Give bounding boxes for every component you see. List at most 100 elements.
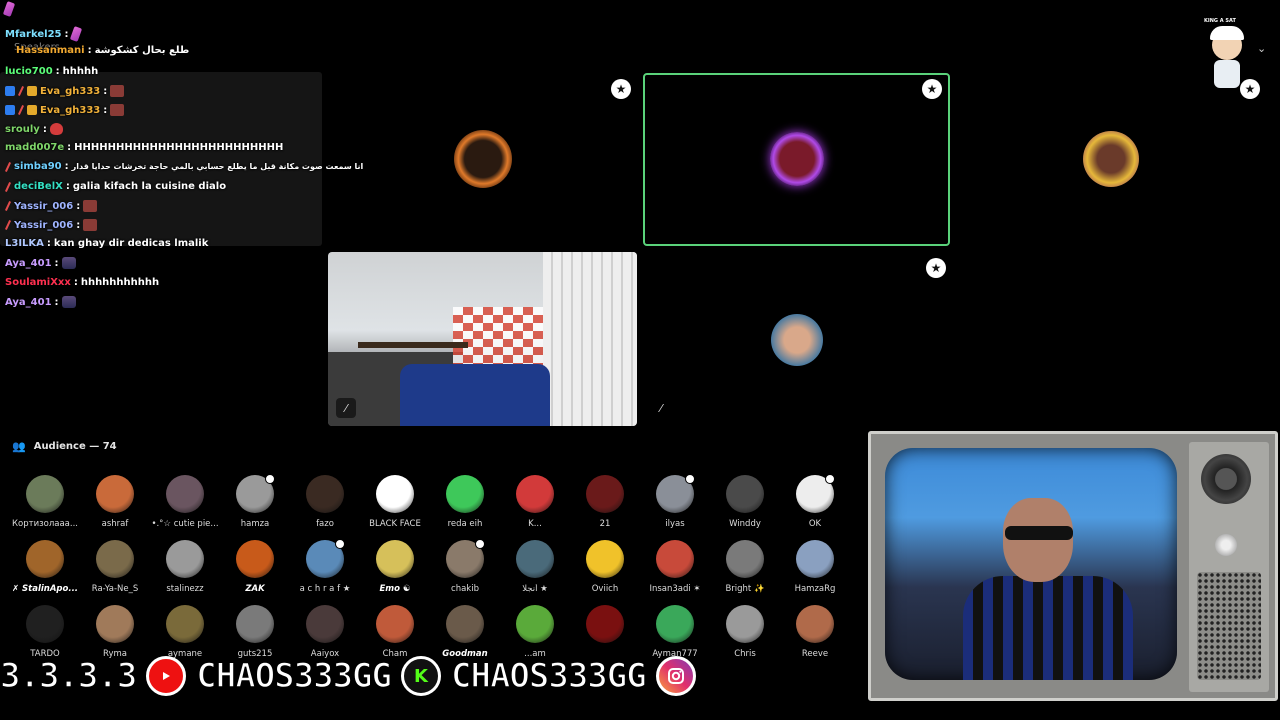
slash-badge-icon bbox=[4, 220, 12, 230]
avatar bbox=[726, 540, 764, 578]
person-emote-icon bbox=[61, 257, 76, 269]
avatar bbox=[166, 540, 204, 578]
star-icon[interactable]: ★ bbox=[922, 79, 942, 99]
audience-member[interactable]: أنجلا ★ bbox=[500, 540, 570, 594]
stage-tile-speaking[interactable]: ★ bbox=[643, 73, 950, 246]
audience-member[interactable]: Oviich bbox=[570, 540, 640, 594]
chat-message: deciBelX: galia kifach la cuisine dialo bbox=[4, 181, 226, 192]
stage-tile[interactable]: ★ bbox=[330, 73, 637, 246]
stage-tile[interactable]: ★ bbox=[957, 73, 1266, 246]
chat-message bbox=[2, 1, 16, 17]
chat-text: kan ghay dir dedicas lmalik bbox=[53, 238, 209, 249]
chat-message: SoulamiXxx: hhhhhhhhhhh bbox=[5, 277, 160, 288]
member-name: BLACK FACE bbox=[369, 519, 421, 529]
banner-text-right: CHAOS333GG bbox=[450, 655, 647, 697]
member-name: ashraf bbox=[101, 519, 129, 529]
chat-username[interactable]: L3ILKA bbox=[5, 238, 44, 249]
audience-member[interactable]: ✗ StalinApo... bbox=[10, 540, 80, 594]
chat-username[interactable]: Hassanmani bbox=[16, 45, 85, 56]
avatar bbox=[446, 475, 484, 513]
avatar bbox=[586, 540, 624, 578]
avatar bbox=[726, 475, 764, 513]
youtube-icon bbox=[146, 656, 187, 696]
chat-username[interactable]: deciBelX bbox=[14, 181, 63, 192]
chat-username[interactable]: Mfarkel25 bbox=[5, 29, 62, 40]
audience-member[interactable]: HamzaRg bbox=[780, 540, 850, 594]
audience-member[interactable]: Ryma bbox=[80, 605, 150, 659]
chat-username[interactable]: lucio700 bbox=[5, 66, 53, 77]
audience-member[interactable]: chakib bbox=[430, 539, 500, 594]
chat-message: Eva_gh333: bbox=[5, 85, 125, 97]
chat-username[interactable]: Yassir_006 bbox=[14, 220, 73, 231]
member-name: Insan3adi ✶ bbox=[649, 584, 701, 594]
heart-emote-icon bbox=[49, 123, 63, 135]
audience-member[interactable]: Chris bbox=[710, 605, 780, 659]
audience-member[interactable]: guts215 bbox=[220, 605, 290, 659]
audience-member[interactable]: a c h r a f ★ bbox=[290, 539, 360, 594]
slash-badge-icon bbox=[4, 201, 12, 211]
chat-username[interactable]: Yassir_006 bbox=[14, 201, 73, 212]
audience-member[interactable]: ...am bbox=[500, 605, 570, 659]
audience-member[interactable]: ashraf bbox=[80, 475, 150, 529]
stage-tile[interactable]: ★ ⁄ bbox=[643, 252, 952, 426]
muted-mic-icon[interactable]: ⁄ bbox=[651, 398, 671, 418]
audience-member[interactable]: stalinezz bbox=[150, 540, 220, 594]
chat-username[interactable]: madd007e bbox=[5, 142, 64, 153]
audience-member[interactable]: TARDO bbox=[10, 605, 80, 659]
chevron-down-icon[interactable]: ⌄ bbox=[1257, 42, 1266, 55]
audience-member[interactable]: Reeve bbox=[780, 605, 850, 659]
sticker-emote-icon bbox=[110, 104, 125, 116]
speaker-grille bbox=[1197, 572, 1261, 680]
audience-member[interactable]: Ra-Ya-Ne_S bbox=[80, 540, 150, 594]
member-name: 21 bbox=[599, 519, 611, 529]
avatar bbox=[586, 475, 624, 513]
audience-member[interactable]: Insan3adi ✶ bbox=[640, 540, 710, 594]
audience-member[interactable]: Кортизолааа... bbox=[10, 475, 80, 529]
star-icon[interactable]: ★ bbox=[611, 79, 631, 99]
audience-member[interactable]: Bright ✨ bbox=[710, 540, 780, 594]
avatar bbox=[516, 475, 554, 513]
audience-member[interactable]: Ayman777 bbox=[640, 605, 710, 659]
chat-message: lucio700: hhhhh bbox=[5, 66, 99, 77]
avatar bbox=[96, 605, 134, 643]
audience-member[interactable]: reda eih bbox=[430, 475, 500, 529]
audience-member[interactable]: Aaiyox bbox=[290, 605, 360, 659]
audience-member[interactable]: Goodman bbox=[430, 605, 500, 659]
member-name: Bright ✨ bbox=[725, 584, 765, 594]
star-icon[interactable]: ★ bbox=[926, 258, 946, 278]
audience-member[interactable]: •.°☆ cutie pie... bbox=[150, 475, 220, 529]
audience-member[interactable]: hamza bbox=[220, 474, 290, 529]
chat-username[interactable]: simba90 bbox=[14, 161, 62, 172]
sticker-emote-icon bbox=[110, 85, 125, 97]
chat-message: L3ILKA: kan ghay dir dedicas lmalik bbox=[5, 238, 209, 249]
member-name: Emo ☯ bbox=[379, 584, 411, 594]
audience-member[interactable]: Emo ☯ bbox=[360, 540, 430, 594]
muted-mic-icon[interactable]: ⁄ bbox=[336, 398, 356, 418]
chat-text: HHHHHHHHHHHHHHHHHHHHHHHHH bbox=[74, 142, 284, 153]
audience-member[interactable]: ZAK bbox=[220, 540, 290, 594]
member-name: أنجلا ★ bbox=[522, 584, 548, 594]
audience-member[interactable]: BLACK FACE bbox=[360, 475, 430, 529]
chat-username[interactable]: Eva_gh333 bbox=[40, 105, 100, 116]
audience-member[interactable]: Cham bbox=[360, 605, 430, 659]
chat-username[interactable]: Aya_401 bbox=[5, 258, 52, 269]
camera-tile[interactable]: ⁄ bbox=[328, 252, 637, 426]
audience-member[interactable]: aymane bbox=[150, 605, 220, 659]
audience-member[interactable]: OK bbox=[780, 474, 850, 529]
chat-username[interactable]: srouly bbox=[5, 124, 40, 135]
chat-username[interactable]: Eva_gh333 bbox=[40, 86, 100, 97]
audience-member[interactable]: 21 bbox=[570, 475, 640, 529]
audience-member[interactable] bbox=[570, 605, 640, 649]
audience-member[interactable]: ilyas bbox=[640, 474, 710, 529]
audience-member[interactable]: fazo bbox=[290, 475, 360, 529]
audience-member[interactable]: Winddy bbox=[710, 475, 780, 529]
audience-member[interactable]: K... bbox=[500, 475, 570, 529]
avatar bbox=[446, 605, 484, 643]
chat-username[interactable]: SoulamiXxx bbox=[5, 277, 71, 288]
chat-message: Mfarkel25: bbox=[5, 26, 82, 42]
avatar bbox=[376, 475, 414, 513]
member-name: stalinezz bbox=[166, 584, 204, 594]
chat-username[interactable]: Aya_401 bbox=[5, 297, 52, 308]
mascot-cap bbox=[1210, 26, 1244, 40]
avatar bbox=[236, 474, 275, 513]
